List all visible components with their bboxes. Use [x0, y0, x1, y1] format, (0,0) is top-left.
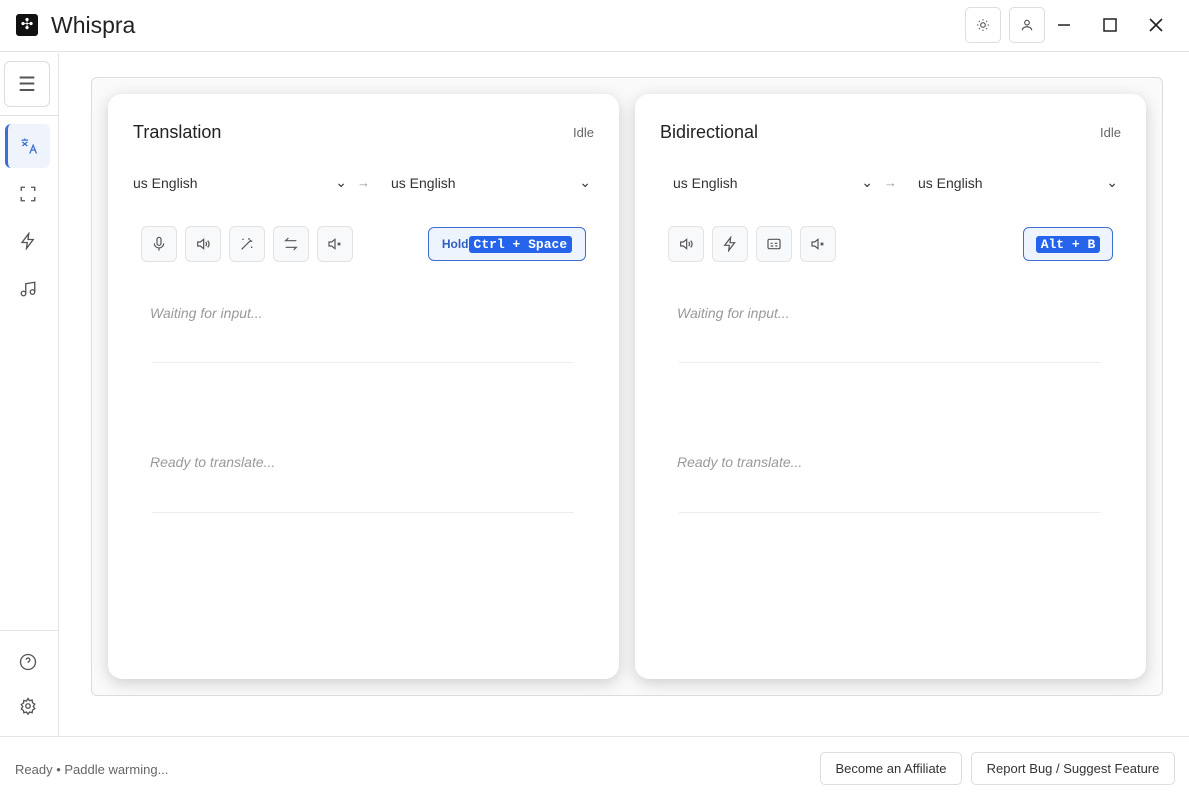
- minimize-button[interactable]: [1049, 10, 1079, 40]
- app-title: Whispra: [51, 12, 135, 39]
- arrow-icon: →: [884, 175, 897, 190]
- status-bar: Ready • Paddle warming... Become an Affi…: [0, 736, 1189, 794]
- menu-button[interactable]: ☰: [4, 61, 50, 107]
- target-language-value: us English: [918, 175, 983, 191]
- sun-icon: [976, 18, 990, 32]
- chevron-down-icon: ⌄: [861, 174, 873, 191]
- mute-icon: [327, 236, 343, 252]
- status-badge: Idle: [1100, 125, 1121, 140]
- toggle-shortcut[interactable]: Alt + B: [1023, 227, 1113, 261]
- theme-toggle-button[interactable]: [965, 7, 1001, 43]
- captions-icon: [766, 236, 782, 252]
- bidirectional-card: Bidirectional Idle us English ⌄ → us Engl…: [635, 94, 1146, 679]
- screen-capture-icon: [19, 185, 37, 203]
- target-language-value: us English: [391, 175, 456, 191]
- close-button[interactable]: [1141, 10, 1171, 40]
- sidebar-item-quick[interactable]: [5, 219, 50, 263]
- close-icon: [1149, 18, 1163, 32]
- chevron-down-icon: ⌄: [1106, 174, 1118, 191]
- minimize-icon: [1057, 18, 1071, 32]
- speaker-icon: [678, 236, 694, 252]
- lightning-icon: [19, 232, 37, 250]
- maximize-button[interactable]: [1095, 10, 1125, 40]
- help-button[interactable]: [5, 640, 50, 684]
- status-text: Ready • Paddle warming...: [15, 762, 168, 777]
- speaker-button[interactable]: [185, 226, 221, 262]
- sidebar-item-translate[interactable]: [5, 124, 50, 168]
- hamburger-icon: ☰: [18, 72, 36, 97]
- mute-button[interactable]: [800, 226, 836, 262]
- translate-icon: [19, 136, 39, 156]
- chevron-down-icon: ⌄: [579, 174, 591, 191]
- microphone-icon: [151, 236, 167, 252]
- swap-languages-button[interactable]: [273, 226, 309, 262]
- magic-button[interactable]: [229, 226, 265, 262]
- divider: [679, 512, 1101, 513]
- mute-button[interactable]: [317, 226, 353, 262]
- sidebar-divider: [0, 630, 58, 631]
- account-button[interactable]: [1009, 7, 1045, 43]
- status-badge: Idle: [573, 125, 594, 140]
- captions-button[interactable]: [756, 226, 792, 262]
- speaker-icon: [195, 236, 211, 252]
- target-language-select[interactable]: us English ⌄: [391, 174, 591, 191]
- shortcut-prefix: Hold: [442, 237, 469, 251]
- swap-icon: [283, 236, 299, 252]
- push-to-talk-shortcut[interactable]: HoldCtrl + Space: [428, 227, 586, 261]
- user-icon: [1020, 18, 1034, 32]
- sidebar-item-screen[interactable]: [5, 172, 50, 216]
- arrow-icon: →: [357, 175, 370, 190]
- chevron-down-icon: ⌄: [335, 174, 347, 191]
- app-logo-icon: ✣: [16, 14, 38, 36]
- settings-button[interactable]: [5, 684, 50, 728]
- lightning-icon: [722, 236, 738, 252]
- shortcut-key: Ctrl + Space: [469, 236, 573, 253]
- source-language-select[interactable]: us English ⌄: [673, 174, 873, 191]
- sidebar-item-music[interactable]: [5, 267, 50, 311]
- source-language-select[interactable]: us English ⌄: [133, 174, 347, 191]
- card-title: Translation: [133, 122, 221, 143]
- music-icon: [19, 280, 37, 298]
- translation-card: Translation Idle us English ⌄ → us Englis…: [108, 94, 619, 679]
- output-placeholder: Ready to translate...: [150, 454, 275, 470]
- mute-icon: [810, 236, 826, 252]
- shortcut-key: Alt + B: [1036, 236, 1101, 253]
- microphone-button[interactable]: [141, 226, 177, 262]
- divider: [679, 362, 1101, 363]
- input-placeholder: Waiting for input...: [150, 305, 263, 321]
- report-bug-button[interactable]: Report Bug / Suggest Feature: [971, 752, 1175, 785]
- magic-wand-icon: [239, 236, 255, 252]
- divider: [152, 362, 574, 363]
- maximize-icon: [1103, 18, 1117, 32]
- source-language-value: us English: [133, 175, 198, 191]
- divider: [152, 512, 574, 513]
- sidebar-divider: [0, 115, 58, 116]
- output-placeholder: Ready to translate...: [677, 454, 802, 470]
- help-icon: [19, 653, 37, 671]
- affiliate-button[interactable]: Become an Affiliate: [820, 752, 962, 785]
- input-placeholder: Waiting for input...: [677, 305, 790, 321]
- sidebar: ☰: [0, 53, 59, 736]
- speaker-button[interactable]: [668, 226, 704, 262]
- card-title: Bidirectional: [660, 122, 758, 143]
- quick-mode-button[interactable]: [712, 226, 748, 262]
- source-language-value: us English: [673, 175, 738, 191]
- gear-icon: [19, 697, 37, 715]
- title-bar: ✣ Whispra: [0, 0, 1189, 52]
- target-language-select[interactable]: us English ⌄: [918, 174, 1118, 191]
